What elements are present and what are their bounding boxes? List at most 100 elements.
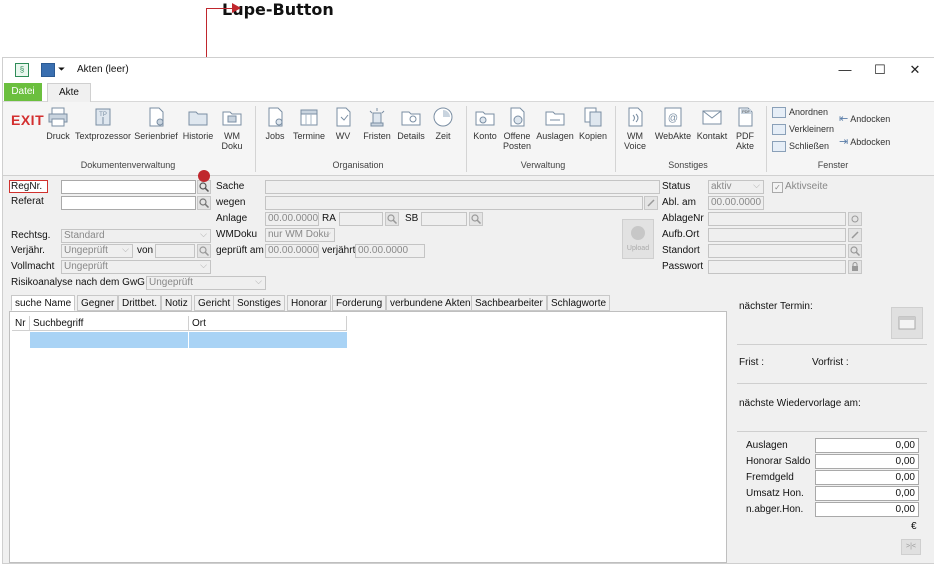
table-row-indicator[interactable] [12,332,31,348]
abdocken-button[interactable]: ⇥ Abdocken [839,135,890,148]
abl-am-input[interactable]: 00.00.0000 [708,196,764,210]
verjaehrt-label: verjährt [322,245,356,256]
ra-search-button[interactable] [385,212,399,226]
maximize-button[interactable]: ☐ [863,60,897,80]
column-header-ort[interactable]: Ort [189,316,347,331]
upload-button[interactable]: Upload [622,219,654,259]
referat-input[interactable] [61,196,196,210]
geprueft-am-input[interactable]: 00.00.0000 [265,244,319,258]
tab-drittbet[interactable]: Drittbet. [118,295,162,311]
quick-access-dropdown-icon[interactable]: ⏷ [58,63,70,75]
von-input[interactable] [155,244,195,258]
standort-input[interactable] [708,244,846,258]
wmdoku-select[interactable]: nur WM Doku [265,228,335,242]
sb-search-button[interactable] [469,212,483,226]
kopien-button[interactable]: Kopien [577,106,609,141]
wm-voice-button[interactable]: WM Voice [621,106,649,151]
rechtsg-select[interactable]: Standard [61,229,211,243]
tab-datei[interactable]: Datei [4,83,42,101]
historie-button[interactable]: Historie [181,106,215,141]
textprozessor-button[interactable]: TP Textprozessor [75,106,131,141]
jobs-button[interactable]: Jobs [261,106,289,141]
anordnen-button[interactable]: Anordnen [772,107,829,119]
tab-notiz[interactable]: Notiz [161,295,192,311]
wm-doku-button[interactable]: WM Doku [217,106,247,151]
tab-gericht[interactable]: Gericht [194,295,235,311]
anlage-label: Anlage [216,213,248,224]
serienbrief-button[interactable]: Serienbrief [133,106,179,141]
druck-button[interactable]: Druck [43,106,73,141]
collapse-panel-button[interactable]: >|< [901,539,921,555]
exit-button[interactable]: EXIT [11,112,44,128]
konto-button[interactable]: Konto [471,106,499,141]
ablagenr-button[interactable] [848,212,862,226]
kontakt-button[interactable]: Kontakt [695,106,729,141]
tab-verbundene-akten[interactable]: verbundene Akten [386,295,475,311]
aufb-ort-input[interactable] [708,228,846,242]
suche-name-grid[interactable]: Nr Suchbegriff Ort [9,311,727,563]
arrow-left-icon: ⇤ [839,113,849,125]
ablagenr-input[interactable] [708,212,846,226]
tab-gegner[interactable]: Gegner [77,295,119,311]
termin-button[interactable] [891,307,923,339]
standort-search-button[interactable] [848,244,862,258]
minimize-windows-icon [772,124,786,136]
termine-button[interactable]: Termine [291,106,327,141]
offene-posten-button[interactable]: Offene Posten [501,106,533,151]
minimize-button[interactable]: — [828,60,862,80]
passwort-lock-button[interactable] [848,260,862,274]
annotation-line-horizontal [207,8,235,9]
auslagen-label: Auslagen [536,131,574,141]
lupe-button[interactable] [197,180,211,194]
ra-input[interactable] [339,212,383,226]
status-select[interactable]: aktiv [708,180,764,194]
webakte-button[interactable]: @ WebAkte [653,106,693,141]
tab-forderung[interactable]: Forderung [332,295,387,311]
anlage-input[interactable]: 00.00.0000 [265,212,319,226]
tab-sachbearbeiter[interactable]: Sachbearbeiter [471,295,547,311]
search-icon [199,246,210,257]
auslagen-button[interactable]: Auslagen [535,106,575,141]
column-header-suchbegriff[interactable]: Suchbegriff [30,316,189,331]
column-header-nr[interactable]: Nr [12,316,30,331]
details-button[interactable]: Details [395,106,427,141]
schliessen-button[interactable]: Schließen [772,141,829,153]
tab-sonstiges[interactable]: Sonstiges [233,295,285,311]
wm-doku-icon [222,111,242,126]
risiko-select[interactable]: Ungeprüft [146,276,266,290]
pdf-akte-button[interactable]: PDF PDF Akte [731,106,759,151]
anordnen-label: Anordnen [789,107,829,117]
von-search-button[interactable] [197,244,211,258]
referat-search-button[interactable] [197,196,211,210]
aufb-ort-edit-button[interactable] [848,228,862,242]
verjaehrt-input[interactable]: 00.00.0000 [355,244,425,258]
wv-button[interactable]: WV [329,106,357,141]
passwort-input[interactable] [708,260,846,274]
close-button[interactable]: ✕ [898,60,932,80]
aktivseite-checkbox[interactable]: ✓ [772,182,783,193]
verkleinern-button[interactable]: Verkleinern [772,124,834,136]
tab-suche-name[interactable]: suche Name [11,295,76,311]
svg-text:PDF: PDF [742,109,751,114]
tab-akte[interactable]: Akte [47,83,91,102]
wiedervorlage-label: nächste Wiedervorlage am: [739,398,861,409]
wegen-input[interactable] [265,196,643,210]
verjaehr-select[interactable]: Ungeprüft [61,244,133,258]
table-cell-suchbegriff[interactable] [30,332,188,348]
serienbrief-icon [149,107,164,127]
zeit-button[interactable]: Zeit [429,106,457,141]
fristen-button[interactable]: Fristen [361,106,393,141]
wegen-label: wegen [216,197,246,208]
sb-input[interactable] [421,212,467,226]
voice-icon [628,107,643,127]
vollmacht-select[interactable]: Ungeprüft [61,260,211,274]
andocken-button[interactable]: ⇤ Andocken [839,112,890,125]
table-cell-ort[interactable] [189,332,347,348]
tab-honorar[interactable]: Honorar [287,295,332,311]
search-icon [850,246,861,257]
regnr-input[interactable] [61,180,196,194]
wegen-edit-button[interactable] [644,196,658,210]
save-icon[interactable] [41,63,55,77]
tab-schlagworte[interactable]: Schlagworte [547,295,611,311]
sache-input[interactable] [265,180,660,194]
